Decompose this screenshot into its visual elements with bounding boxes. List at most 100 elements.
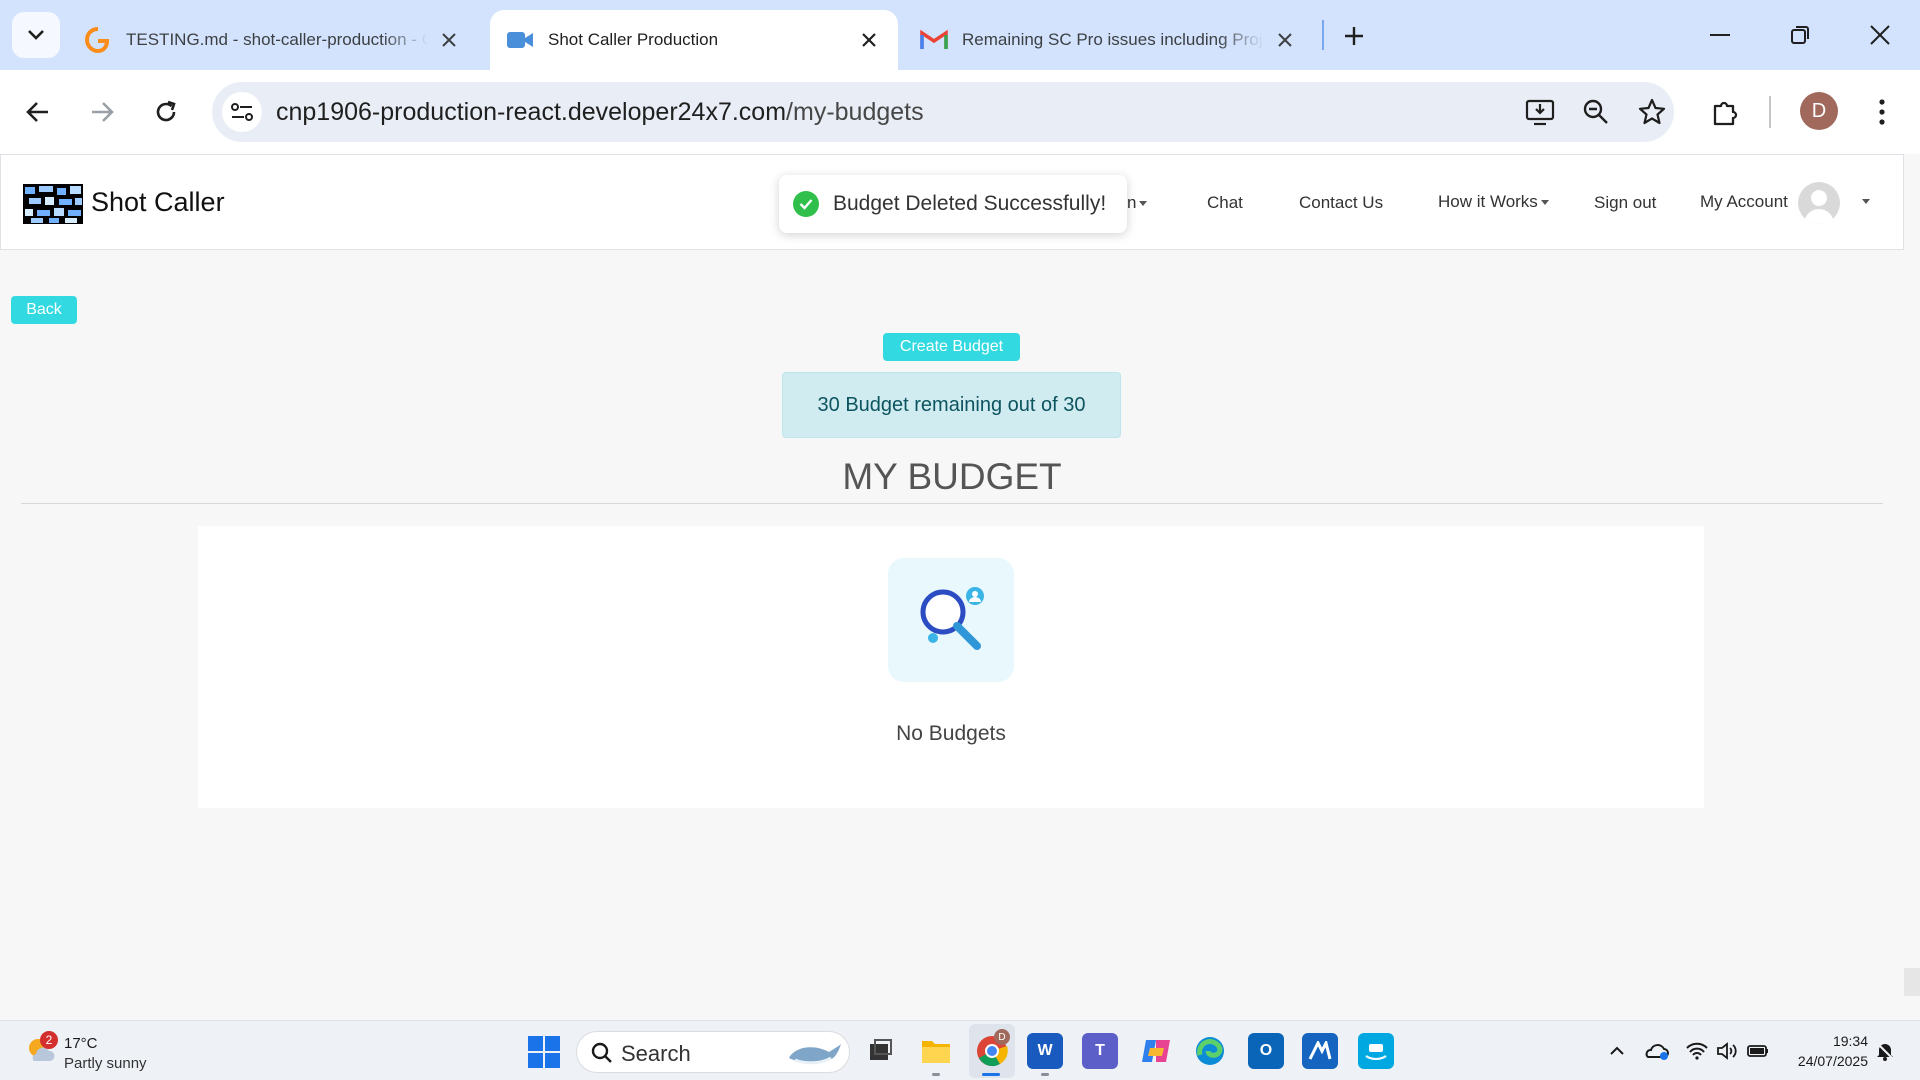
system-clock[interactable]: 19:34 24/07/2025: [1772, 1031, 1868, 1071]
taskbar-search-label: Search: [621, 1041, 691, 1066]
divider: [21, 503, 1883, 504]
outlook-icon[interactable]: O: [1248, 1033, 1284, 1069]
close-icon[interactable]: [856, 27, 882, 53]
nav-item-contact-us[interactable]: Contact Us: [1299, 193, 1383, 213]
close-icon[interactable]: [1272, 27, 1298, 53]
nav-item-chat[interactable]: Chat: [1207, 193, 1243, 213]
tab-separator: [1322, 20, 1324, 50]
copilot-icon[interactable]: [1138, 1033, 1174, 1069]
weather-widget[interactable]: 2 17°C Partly sunny: [22, 1029, 182, 1073]
windows-taskbar: 2 17°C Partly sunny Search D W T O 19:34…: [0, 1020, 1920, 1080]
reload-button[interactable]: [144, 90, 188, 134]
avatar-head: [1811, 190, 1827, 206]
chevron-up-icon[interactable]: [1604, 1039, 1630, 1063]
extensions-button[interactable]: [1703, 90, 1747, 134]
windows-logo-tile: [528, 1053, 543, 1068]
site-info-icon[interactable]: [222, 92, 262, 132]
gmail-icon: [920, 26, 948, 54]
toast-message: Budget Deleted Successfully!: [833, 192, 1107, 215]
task-view-icon[interactable]: [862, 1033, 898, 1069]
site-navbar: Shot Caller n Chat Contact Us How it Wor…: [0, 154, 1904, 250]
file-explorer-icon[interactable]: [918, 1033, 954, 1069]
create-budget-button[interactable]: Create Budget: [883, 333, 1020, 361]
browser-tab-strip: TESTING.md - shot-caller-production - Gi…: [0, 0, 1920, 70]
nav-item-sign-out[interactable]: Sign out: [1594, 193, 1656, 213]
toolbar-divider: [1769, 96, 1771, 128]
active-indicator: [982, 1073, 1000, 1076]
url-text: cnp1906-production-react.developer24x7.c…: [276, 98, 924, 127]
tab-title: Shot Caller Production: [548, 30, 719, 49]
nav-item-how-it-works[interactable]: How it Works: [1438, 192, 1549, 212]
prime-video-icon[interactable]: [1358, 1033, 1394, 1069]
running-indicator: [1041, 1073, 1049, 1076]
puzzle-icon: [1713, 101, 1738, 126]
magnifier-search-icon: [888, 558, 1014, 682]
onedrive-icon[interactable]: [1644, 1039, 1670, 1063]
whale-illustration-icon: [789, 1044, 841, 1065]
weather-condition: Partly sunny: [64, 1055, 147, 1072]
address-bar[interactable]: cnp1906-production-react.developer24x7.c…: [212, 82, 1674, 142]
clock-time: 19:34: [1832, 1033, 1868, 1049]
windows-logo-tile: [545, 1036, 560, 1051]
plus-icon: [1345, 27, 1363, 45]
running-indicator: [932, 1073, 940, 1076]
edge-icon[interactable]: [1192, 1033, 1228, 1069]
success-toast: Budget Deleted Successfully!: [779, 175, 1127, 233]
search-icon: [591, 1042, 612, 1063]
browser-menu-button[interactable]: [1860, 90, 1904, 134]
minimize-button[interactable]: [1696, 14, 1744, 56]
tab-testing-md[interactable]: TESTING.md - shot-caller-production - Gi…: [68, 10, 478, 70]
kebab-menu-icon: [1879, 99, 1885, 125]
tab-title: TESTING.md - shot-caller-production - Gi…: [126, 30, 428, 49]
bookmark-star-icon[interactable]: [1632, 92, 1672, 132]
brand-name[interactable]: Shot Caller: [91, 187, 225, 218]
tab-title: Remaining SC Pro issues including Projec…: [962, 30, 1264, 49]
close-icon[interactable]: [436, 27, 462, 53]
wifi-icon[interactable]: [1684, 1039, 1710, 1063]
tab-gmail[interactable]: Remaining SC Pro issues including Projec…: [904, 10, 1314, 70]
tab-shot-caller-production[interactable]: Shot Caller Production: [490, 10, 898, 70]
caret-down-icon: [1540, 200, 1549, 206]
chrome-profile-badge: D: [994, 1029, 1010, 1045]
back-button[interactable]: Back: [11, 296, 77, 324]
nav-item-how-it-works-label: How it Works: [1438, 192, 1538, 211]
arrow-left-icon: [26, 102, 48, 122]
account-avatar[interactable]: [1798, 182, 1840, 224]
budget-remaining-alert: 30 Budget remaining out of 30: [782, 372, 1121, 438]
scrollbar-corner: [1904, 968, 1920, 996]
taskbar-search[interactable]: Search: [576, 1031, 850, 1073]
brand-logo[interactable]: [23, 184, 83, 224]
windows-logo-tile: [545, 1053, 560, 1068]
nav-item-partial[interactable]: n: [1127, 193, 1148, 213]
back-nav-button[interactable]: [16, 90, 60, 134]
app-icon[interactable]: [1302, 1033, 1338, 1069]
profile-avatar[interactable]: D: [1800, 92, 1838, 130]
chevron-down-icon: [28, 30, 44, 40]
restore-button[interactable]: [1776, 14, 1824, 56]
forward-nav-button[interactable]: [80, 90, 124, 134]
gitlab-orange-icon: [84, 26, 112, 54]
minimize-icon: [1710, 34, 1730, 36]
nav-item-my-account[interactable]: My Account: [1700, 192, 1788, 212]
volume-icon[interactable]: [1714, 1039, 1740, 1063]
caret-down-icon: [1139, 201, 1148, 207]
weather-temperature: 17°C: [64, 1035, 98, 1052]
arrow-right-icon: [92, 102, 114, 122]
word-icon[interactable]: W: [1027, 1033, 1063, 1069]
check-circle-icon: [793, 191, 819, 217]
notification-badge: 2: [40, 1031, 58, 1049]
page-title: MY BUDGET: [842, 456, 1062, 497]
close-window-button[interactable]: [1856, 14, 1904, 56]
caret-down-icon[interactable]: [1862, 199, 1870, 204]
install-app-icon[interactable]: [1520, 92, 1560, 132]
teams-icon[interactable]: T: [1082, 1033, 1118, 1069]
new-tab-button[interactable]: [1336, 18, 1372, 54]
restore-icon: [1791, 26, 1809, 44]
url-path: /my-budgets: [786, 98, 924, 126]
zoom-icon[interactable]: [1576, 92, 1616, 132]
battery-icon[interactable]: [1745, 1039, 1771, 1063]
browser-toolbar: cnp1906-production-react.developer24x7.c…: [0, 70, 1920, 154]
tab-search-button[interactable]: [12, 12, 60, 58]
windows-start-button[interactable]: [528, 1036, 560, 1068]
notification-bell-icon[interactable]: [1872, 1039, 1898, 1063]
